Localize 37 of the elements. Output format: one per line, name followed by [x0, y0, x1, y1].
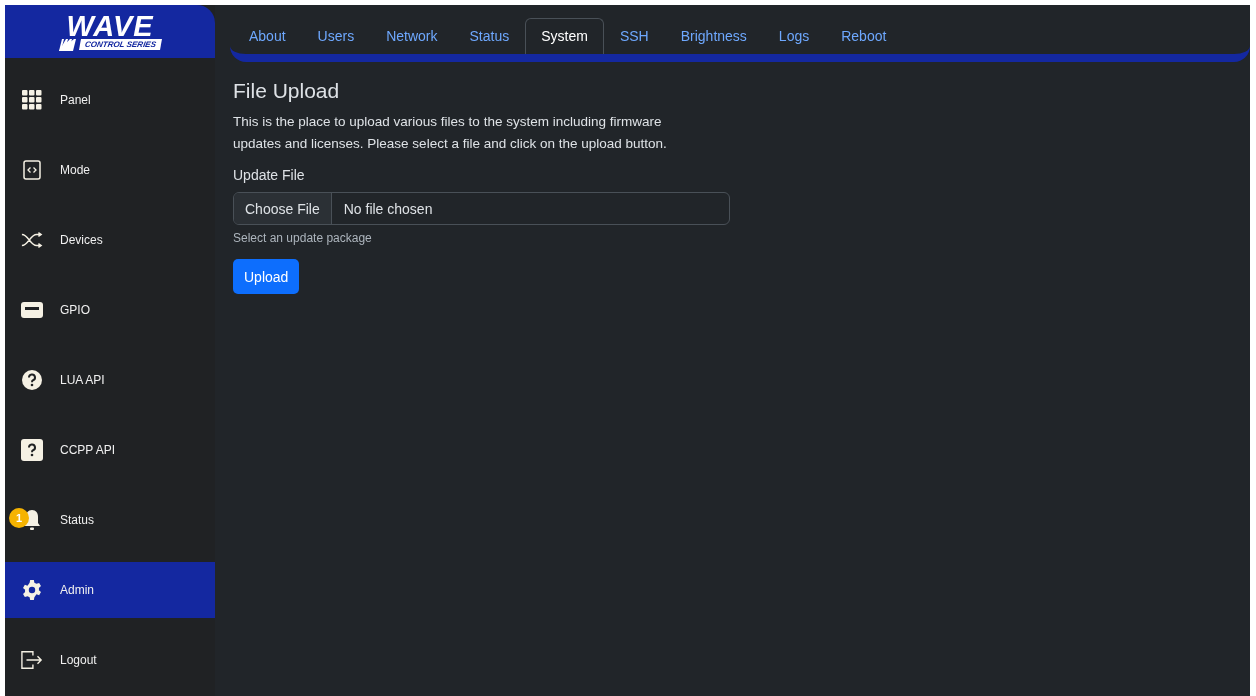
tab[interactable]: About — [233, 18, 302, 54]
sidebar-item[interactable]: Panel — [5, 72, 215, 128]
field-label: Update File — [233, 167, 305, 183]
sidebar-item[interactable]: LUA API — [5, 352, 215, 408]
tab[interactable]: System — [525, 18, 604, 54]
sidebar-item[interactable]: GPIO — [5, 282, 215, 338]
sidebar-item[interactable]: Mode — [5, 142, 215, 198]
notification-badge: 1 — [9, 508, 29, 528]
help-text: Select an update package — [233, 231, 372, 245]
logo-title: WAVE — [66, 12, 154, 39]
help-icon — [22, 370, 42, 390]
grid-icon — [22, 90, 42, 110]
sidebar-item[interactable]: 1 Status — [5, 492, 215, 548]
logo-subtitle: CONTROL SERIES — [79, 39, 162, 50]
tab[interactable]: Network — [370, 18, 454, 54]
tab[interactable]: Reboot — [825, 18, 903, 54]
sidebar-item[interactable]: Devices — [5, 212, 215, 268]
sidebar-item[interactable]: Logout — [5, 632, 215, 688]
tab[interactable]: Logs — [762, 18, 826, 54]
choose-file-button[interactable]: Choose File — [234, 193, 332, 224]
tab[interactable]: Status — [453, 18, 526, 54]
description: This is the place to upload various files to the system including firmware updates and licenses. Please select a file and click on the upload button. — [233, 113, 668, 153]
page-title: File Upload — [233, 79, 340, 103]
sidebar-item[interactable]: Admin — [5, 562, 215, 618]
upload-button[interactable]: Upload — [233, 259, 300, 294]
code-icon — [23, 160, 41, 180]
port-icon — [21, 302, 43, 318]
file-input[interactable]: Choose File No file chosen — [233, 192, 730, 225]
gear-icon — [21, 579, 43, 601]
sidebar-item[interactable]: CCPP API — [5, 422, 215, 478]
shuffle-icon — [21, 231, 43, 249]
tab[interactable]: SSH — [603, 18, 665, 54]
logout-icon — [21, 650, 43, 670]
tab[interactable]: Brightness — [664, 18, 763, 54]
file-value: No file chosen — [342, 199, 434, 219]
tab[interactable]: Users — [301, 18, 371, 54]
help-icon — [21, 439, 43, 461]
